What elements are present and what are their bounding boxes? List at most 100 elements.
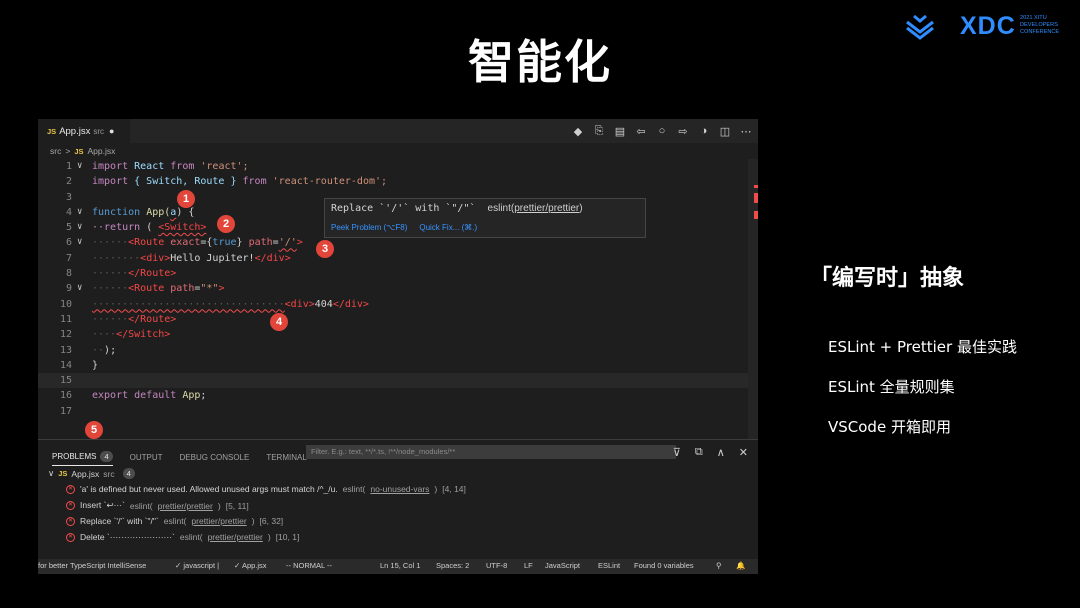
error-marker — [754, 211, 758, 219]
hover-source-close: ) — [579, 203, 583, 214]
status-encoding[interactable]: UTF-8 — [486, 561, 507, 570]
compare-icon[interactable]: ⎘ — [593, 125, 605, 138]
feedback-icon[interactable]: ⚲ — [716, 561, 722, 570]
error-icon: ✕ — [66, 484, 75, 494]
tab-file-name: App.jsx — [59, 125, 91, 137]
indent: ······ — [92, 237, 129, 249]
git-lens-icon[interactable]: ◆ — [572, 125, 584, 138]
line-number: 12 — [59, 329, 72, 341]
status-variables: Found 0 variables — [634, 561, 694, 570]
code-text: ······</Route> — [92, 266, 176, 281]
go-back-icon[interactable]: ⇦ — [635, 125, 647, 138]
jsx-tag: </div> — [254, 252, 291, 264]
line-number: 13 — [59, 344, 72, 356]
code-text: ································<div>404… — [92, 297, 369, 312]
vscode-window: JS App.jsx src ● ◆ ⎘ ▤ ⇦ ○ ⇨ ◑ ◫ ⋯ src >… — [38, 119, 758, 574]
line-number: 10 — [59, 298, 72, 310]
line-number: 9 — [65, 283, 72, 295]
tab-debug-console[interactable]: DEBUG CONSOLE — [180, 453, 250, 462]
problem-message: Delete `······················` — [80, 532, 175, 542]
status-eslint[interactable]: ESLint — [598, 561, 620, 570]
tab-app-jsx[interactable]: JS App.jsx src ● — [38, 119, 130, 143]
line-number: 14 — [59, 359, 72, 371]
code-line: 10 ································<div>4… — [38, 297, 758, 312]
code-text: ········<div>Hello Jupiter!</div> — [92, 251, 291, 266]
jsx-tag: > — [296, 237, 303, 249]
code-line: 12 ····</Switch> — [38, 327, 758, 342]
indent: ······ — [92, 283, 129, 295]
problems-filter-input[interactable]: Filter. E.g.: text, **/*.ts, !**/node_mo… — [306, 445, 676, 459]
peek-problem-link[interactable]: Peek Problem (⌥F8) — [331, 223, 407, 232]
status-language[interactable]: JavaScript — [545, 561, 580, 570]
callout-badge-2: 2 — [217, 215, 235, 233]
problem-rule-link[interactable]: no-unused-vars — [370, 484, 429, 494]
punctuation: } — [92, 359, 99, 371]
problem-rule-link[interactable]: prettier/prettier — [208, 532, 263, 542]
tab-problems[interactable]: PROBLEMS 4 — [52, 451, 113, 466]
breadcrumb-file[interactable]: App.jsx — [88, 146, 116, 156]
error-icon: ✕ — [66, 501, 75, 510]
group-dir: src — [103, 468, 115, 479]
go-forward-icon[interactable]: ⇨ — [677, 125, 689, 138]
code-text: ····</Switch> — [92, 327, 170, 342]
code-text: import { Switch, Route } from 'react-rou… — [92, 174, 387, 189]
problem-rule-link[interactable]: prettier/prettier — [191, 516, 246, 526]
callout-badge-5: 5 — [85, 421, 103, 439]
fold-chevron-icon[interactable]: ∨ — [77, 220, 82, 235]
hover-rule-link[interactable]: prettier/prettier — [514, 203, 579, 214]
code-text: ··return ( <Switch> — [92, 220, 206, 235]
xdc-logo: XDC 2021 XITU DEVELOPERS CONFERENCE — [905, 12, 1075, 42]
toggle-icon[interactable]: ◑ — [698, 125, 710, 137]
unsaved-dot-icon[interactable]: ● — [109, 126, 114, 136]
filter-icon[interactable]: ⊽ — [673, 446, 681, 459]
problem-row[interactable]: ✕ Insert `↩···` eslint(prettier/prettier)… — [66, 500, 249, 511]
status-vim-mode: -- NORMAL -- — [286, 561, 332, 570]
preview-icon[interactable]: ▤ — [614, 125, 626, 138]
code-text: ······<Route exact={true} path='/'> — [92, 235, 303, 250]
breadcrumb-folder[interactable]: src — [50, 146, 61, 156]
jsx-tag: <div> — [140, 252, 171, 264]
fold-chevron-icon[interactable]: ∨ — [77, 159, 82, 174]
punctuation: } — [236, 237, 249, 249]
notifications-icon[interactable]: 🔔 — [736, 561, 745, 570]
status-typescript-hint[interactable]: for better TypeScript IntelliSense — [38, 561, 146, 570]
line-number: 17 — [59, 405, 72, 417]
collapse-all-icon[interactable]: ⧉ — [695, 446, 703, 459]
code-text: export default App; — [92, 388, 206, 403]
maximize-panel-icon[interactable]: ∧ — [717, 446, 725, 459]
callout-badge-4: 4 — [270, 313, 288, 331]
status-cursor-position[interactable]: Ln 15, Col 1 — [380, 561, 420, 570]
problem-row[interactable]: ✕ Delete `······················` eslint(… — [66, 532, 299, 542]
code-text: ······</Route> — [92, 312, 176, 327]
jsx-tag: <Route — [128, 237, 165, 249]
problem-rule-link[interactable]: prettier/prettier — [158, 501, 213, 511]
status-indentation[interactable]: Spaces: 2 — [436, 561, 469, 570]
problem-location: [10, 1] — [275, 532, 300, 542]
status-javascript[interactable]: ✓ javascript | — [175, 561, 219, 570]
jsx-attr: path — [248, 237, 273, 249]
close-panel-icon[interactable]: ✕ — [739, 446, 748, 459]
fold-chevron-icon[interactable]: ∨ — [77, 281, 82, 296]
status-eol[interactable]: LF — [524, 561, 533, 570]
quick-fix-link[interactable]: Quick Fix... (⌘.) — [419, 223, 477, 232]
jsx-tag: </Route> — [128, 313, 177, 325]
jsx-attr: exact — [164, 237, 201, 249]
problem-row[interactable]: ✕ Replace `'/'` with `"/"` eslint(prettie… — [66, 516, 283, 526]
more-actions-icon[interactable]: ⋯ — [740, 125, 752, 138]
fold-chevron-icon[interactable]: ∨ — [77, 205, 82, 220]
fold-chevron-icon[interactable]: ∨ — [77, 235, 82, 250]
status-file[interactable]: ✓ App.jsx — [234, 561, 267, 570]
line-number: 6 — [65, 237, 72, 249]
code-line: 7 ········<div>Hello Jupiter!</div> — [38, 251, 758, 266]
code-line: 17 — [38, 404, 758, 419]
group-file-name: App.jsx — [71, 468, 100, 479]
split-editor-icon[interactable]: ◫ — [719, 125, 731, 138]
tab-terminal[interactable]: TERMINAL — [266, 453, 306, 462]
tab-output[interactable]: OUTPUT — [130, 453, 163, 462]
side-item: ESLint 全量规则集 — [828, 378, 955, 396]
problems-file-group[interactable]: ∨ JS App.jsx src 4 — [48, 468, 135, 479]
keyword: import — [92, 176, 129, 188]
history-icon[interactable]: ○ — [656, 125, 668, 137]
problem-row[interactable]: ✕ 'a' is defined but never used. Allowed … — [66, 484, 466, 494]
indent: ·· — [92, 344, 105, 356]
